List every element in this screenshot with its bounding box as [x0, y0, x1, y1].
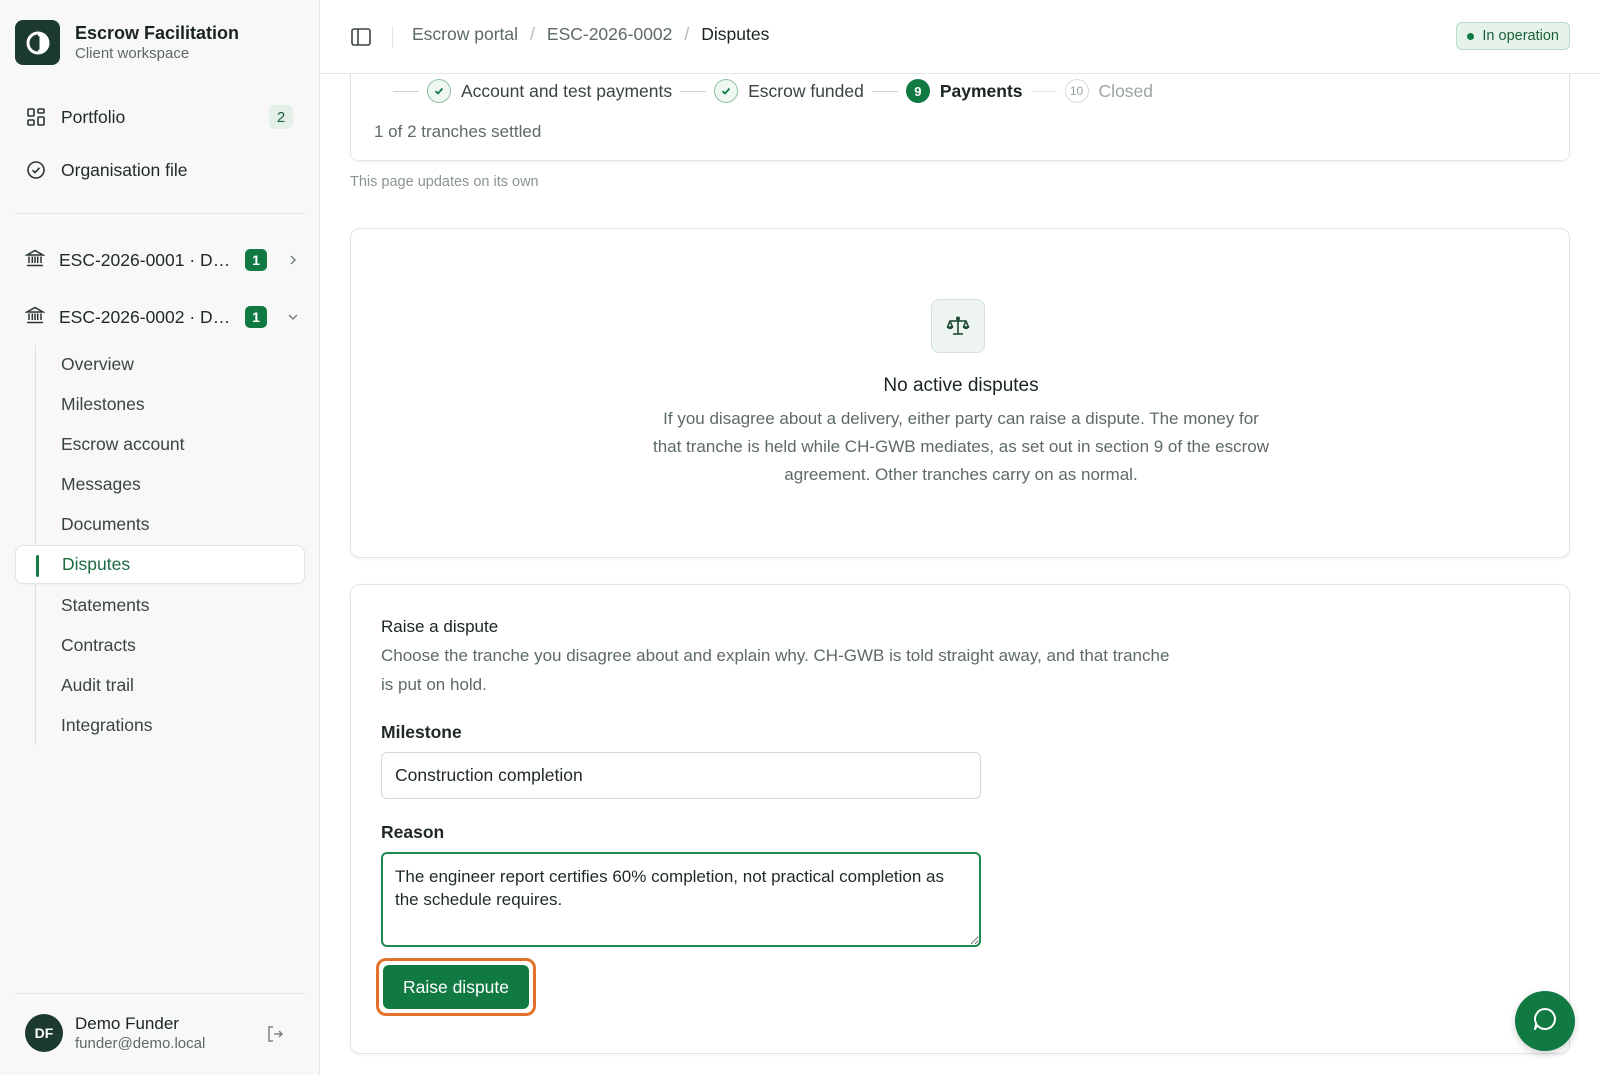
empty-state-description: If you disagree about a delivery, either… — [652, 409, 1270, 484]
sidebar-item-portfolio[interactable]: Portfolio 2 — [15, 97, 305, 137]
chat-button[interactable] — [1515, 991, 1575, 1051]
brand[interactable]: Escrow Facilitation Client workspace — [15, 20, 239, 65]
chat-bubble-icon — [1531, 1005, 1559, 1038]
status-badge: In operation — [1456, 22, 1570, 50]
check-circle-icon — [25, 159, 47, 181]
breadcrumb-escrow-portal[interactable]: Escrow portal — [412, 24, 518, 45]
sidebar-item-label: ESC-2026-0001 · D… — [59, 249, 231, 270]
breadcrumb-separator: / — [684, 24, 690, 44]
empty-disputes-card: No active disputes If you disagree about… — [350, 228, 1570, 558]
chevron-right-icon[interactable] — [283, 250, 303, 270]
milestone-select[interactable]: Construction completion — [381, 752, 981, 799]
breadcrumb: Escrow portal / ESC-2026-0002 / Disputes — [412, 24, 769, 45]
sidebar-item-escrow-0002[interactable]: ESC-2026-0002 · D… 1 — [15, 297, 305, 337]
subnav-item-statements[interactable]: Statements — [15, 586, 305, 625]
subnav-item-disputes[interactable]: Disputes — [15, 545, 305, 584]
step-escrow-funded: Escrow funded — [714, 79, 864, 103]
step-account-and-test-payments: Account and test payments — [427, 79, 672, 103]
subnav-item-integrations[interactable]: Integrations — [15, 706, 305, 745]
sidebar: Escrow Facilitation Client workspace Por… — [0, 0, 320, 1075]
step-label: Escrow funded — [748, 80, 864, 101]
subnav-item-label: Disputes — [62, 554, 131, 574]
check-icon — [427, 79, 451, 103]
step-label: Payments — [939, 80, 1023, 101]
subnav-item-audit-trail[interactable]: Audit trail — [15, 666, 305, 705]
bank-icon — [24, 305, 46, 330]
main-content: Account and test payments Escrow funded … — [320, 54, 1600, 1075]
subnav-item-documents[interactable]: Documents — [15, 505, 305, 544]
brand-subtitle: Client workspace — [75, 45, 190, 62]
step-payments: 9 Payments — [905, 79, 1023, 103]
scale-icon — [931, 299, 985, 353]
user-profile: DF Demo Funder funder@demo.local — [15, 993, 305, 1063]
step-label: Closed — [1098, 80, 1154, 101]
breadcrumb-escrow-id[interactable]: ESC-2026-0002 — [547, 24, 673, 45]
reason-label: Reason — [381, 822, 445, 842]
check-icon — [714, 79, 739, 103]
sidebar-divider — [15, 213, 305, 214]
status-dot-icon — [1467, 32, 1475, 40]
sidebar-item-escrow-0001[interactable]: ESC-2026-0001 · D… 1 — [15, 240, 305, 280]
escrow-notification-badge: 1 — [245, 249, 267, 271]
header-divider — [392, 26, 393, 48]
user-email: funder@demo.local — [75, 1035, 206, 1052]
subnav-item-overview[interactable]: Overview — [15, 345, 305, 384]
brand-name: Escrow Facilitation — [75, 23, 240, 43]
subnav-item-milestones[interactable]: Milestones — [15, 385, 305, 424]
escrow-notification-badge: 1 — [245, 306, 267, 328]
step-connector — [1030, 90, 1057, 92]
bank-icon — [24, 248, 46, 273]
portfolio-count-badge: 2 — [269, 105, 293, 129]
avatar[interactable]: DF — [25, 1014, 63, 1052]
step-closed: 10 Closed — [1064, 79, 1154, 103]
auto-update-note: This page updates on its own — [350, 174, 539, 190]
sidebar-item-organisation-file[interactable]: Organisation file — [15, 150, 305, 190]
sidebar-item-label: ESC-2026-0002 · D… — [59, 306, 231, 327]
breadcrumb-separator: / — [530, 24, 535, 44]
logout-icon[interactable] — [265, 1024, 285, 1044]
active-indicator — [36, 555, 39, 577]
user-name: Demo Funder — [75, 1014, 179, 1033]
raise-dispute-button[interactable]: Raise dispute — [383, 965, 529, 1009]
empty-state-title: No active disputes — [883, 375, 1039, 396]
subnav-item-escrow-account[interactable]: Escrow account — [15, 425, 305, 464]
sidebar-item-label: Organisation file — [61, 159, 188, 180]
subnav-item-contracts[interactable]: Contracts — [15, 626, 305, 665]
top-header: Escrow portal / ESC-2026-0002 / Disputes… — [320, 0, 1600, 74]
step-label: Account and test payments — [461, 80, 673, 101]
sidebar-toggle-icon[interactable] — [350, 26, 372, 48]
breadcrumb-current: Disputes — [701, 24, 770, 44]
sidebar-item-label: Portfolio — [61, 106, 126, 127]
status-label: In operation — [1482, 28, 1559, 44]
step-number: 10 — [1064, 79, 1089, 103]
raise-dispute-form: Raise a dispute Choose the tranche you d… — [350, 584, 1570, 1054]
chevron-down-icon[interactable] — [283, 307, 303, 327]
focus-ring: Raise dispute — [376, 958, 536, 1016]
step-connector — [871, 90, 898, 92]
brand-logo-icon — [15, 20, 60, 65]
reason-textarea[interactable]: The engineer report certifies 60% comple… — [381, 852, 981, 947]
form-description: Choose the tranche you disagree about an… — [381, 646, 1170, 694]
step-connector — [680, 90, 707, 92]
progress-steps: Account and test payments Escrow funded … — [385, 79, 1153, 103]
form-title: Raise a dispute — [381, 617, 499, 636]
step-connector — [393, 90, 419, 92]
grid-icon — [25, 106, 47, 128]
step-number: 9 — [905, 79, 930, 103]
milestone-label: Milestone — [381, 722, 462, 742]
tranche-status: 1 of 2 tranches settled — [374, 122, 542, 141]
subnav-item-messages[interactable]: Messages — [15, 465, 305, 504]
